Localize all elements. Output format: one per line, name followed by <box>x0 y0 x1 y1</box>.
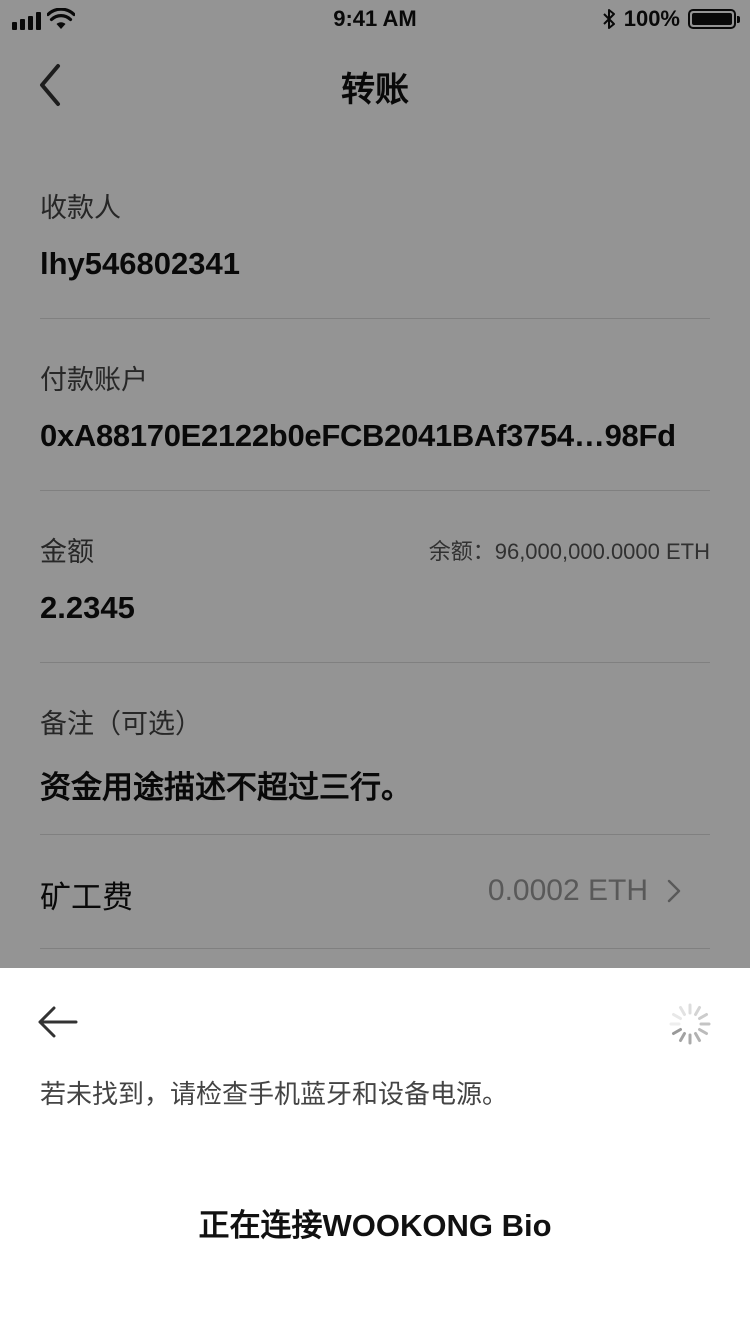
arrow-left-icon[interactable] <box>36 1004 80 1040</box>
connect-sheet: 若未找到，请检查手机蓝牙和设备电源。 正在连接WOOKONG Bio <box>0 968 750 1334</box>
screen: 9:41 AM 100% 转账 收款人 lhy546802341 付款账户 0x… <box>0 0 750 1334</box>
loading-spinner-icon <box>669 1003 711 1045</box>
hint-text: 若未找到，请检查手机蓝牙和设备电源。 <box>40 1079 509 1109</box>
connecting-status: 正在连接WOOKONG Bio <box>198 1208 552 1243</box>
modal-overlay[interactable] <box>0 0 750 968</box>
